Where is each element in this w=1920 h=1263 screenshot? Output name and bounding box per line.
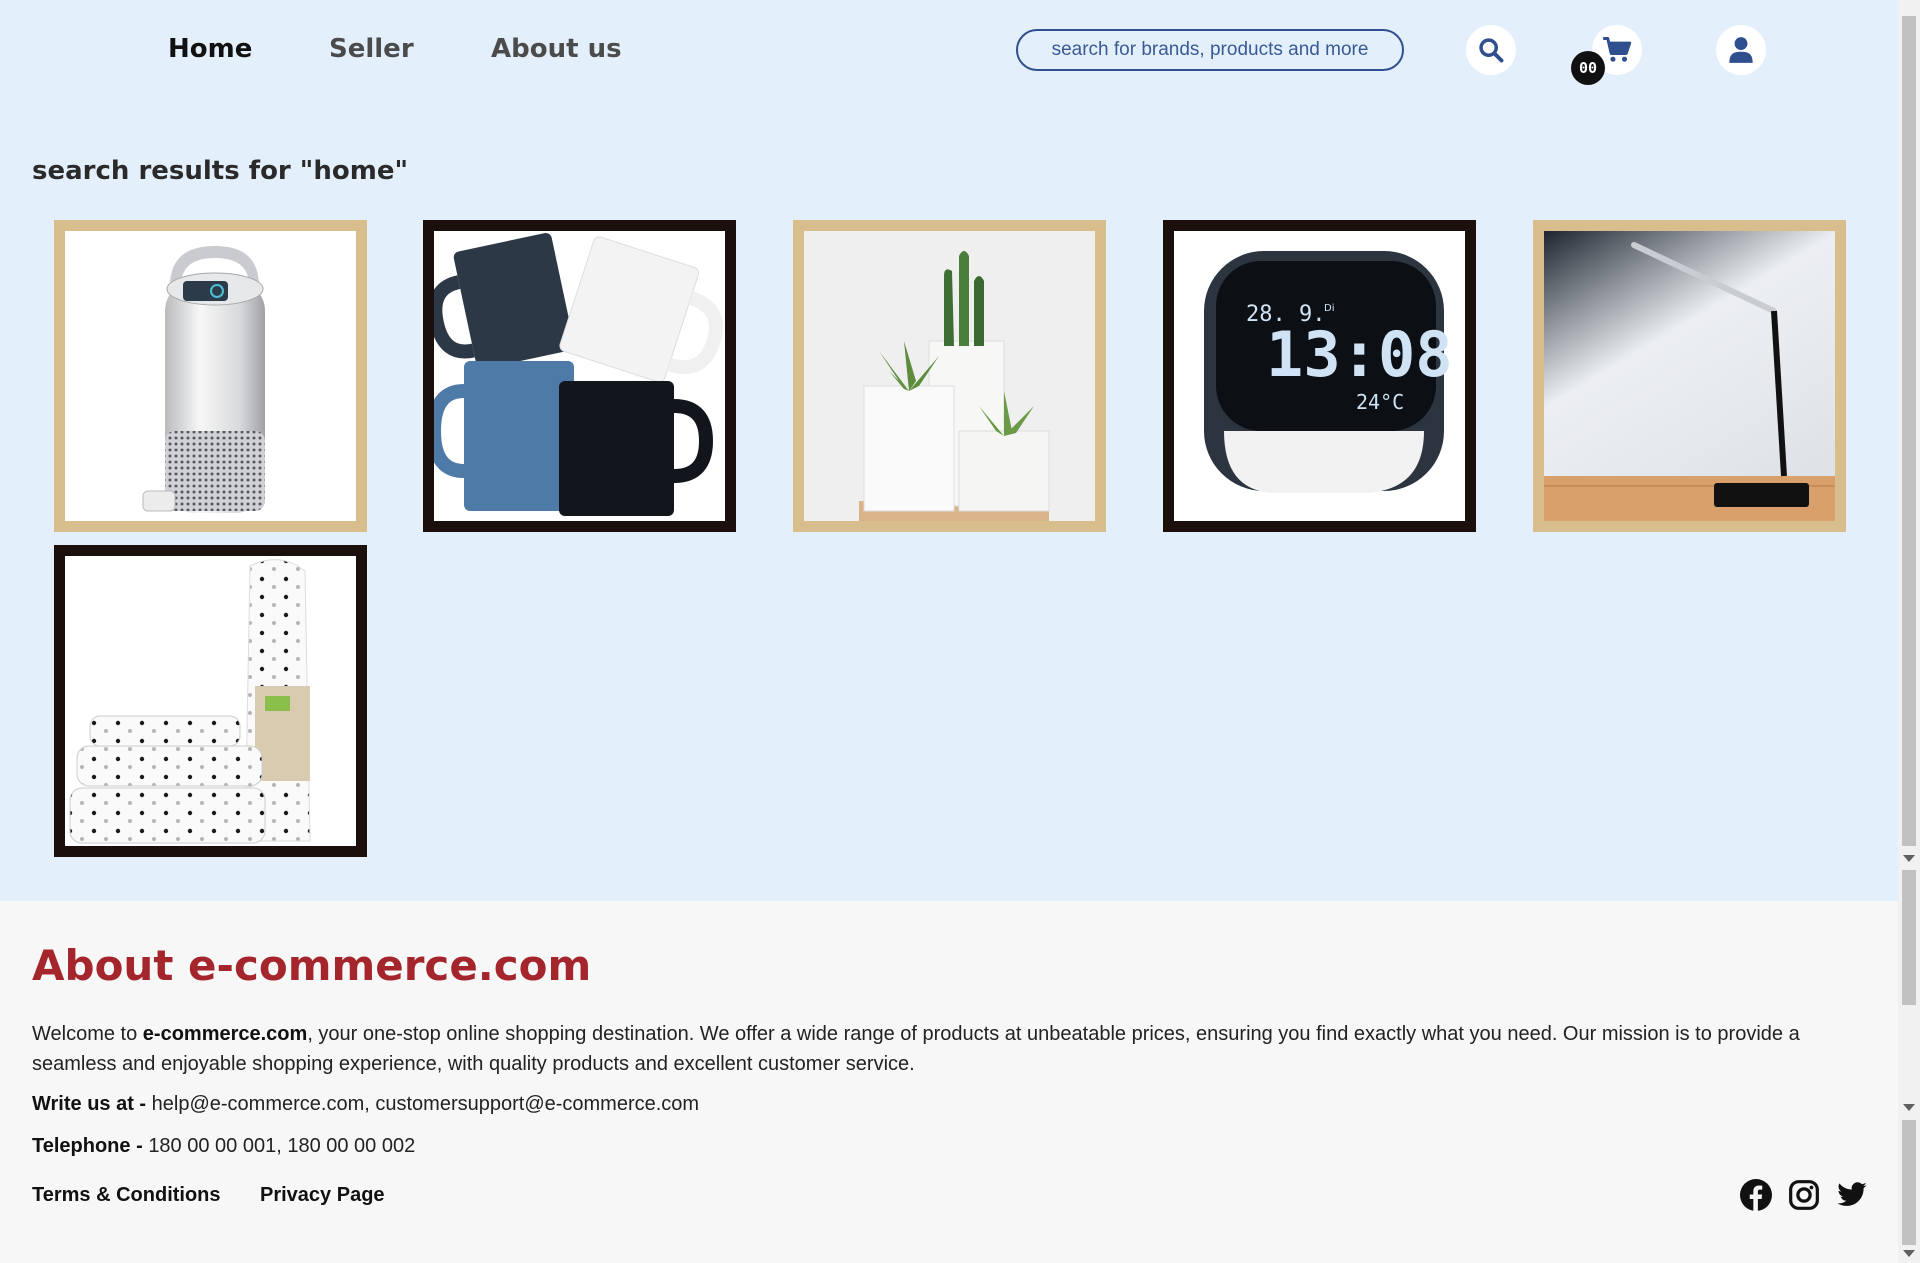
- product-card-succulent-planters[interactable]: [793, 220, 1106, 532]
- search-results-title: search results for "home": [32, 156, 408, 186]
- cart-icon: [1603, 36, 1632, 62]
- product-card-air-purifier[interactable]: [54, 220, 367, 532]
- search-input[interactable]: [1016, 29, 1404, 71]
- facebook-icon[interactable]: [1740, 1179, 1772, 1211]
- about-title: About e-commerce.com: [32, 941, 592, 990]
- page-scrollbar[interactable]: [1898, 0, 1920, 1263]
- product-card-desk-lamp[interactable]: [1533, 220, 1846, 532]
- clock-time: 13:08: [1266, 318, 1453, 391]
- succulent-planters-image: [804, 231, 1095, 521]
- telephone-label: Telephone -: [32, 1135, 149, 1157]
- nav-seller[interactable]: Seller: [329, 34, 414, 64]
- telephone-value: 180 00 00 001, 180 00 00 002: [148, 1135, 416, 1157]
- nav-home[interactable]: Home: [168, 34, 252, 64]
- cart-count-badge: 00: [1571, 51, 1605, 85]
- product-card-alarm-clock[interactable]: 28. 9. Di 13:08 24°C: [1163, 220, 1476, 532]
- scrollbar-thumb-upper[interactable]: [1902, 16, 1916, 846]
- contact-email: Write us at - help@e-commerce.com, custo…: [32, 1093, 699, 1116]
- mugs-image: [434, 231, 725, 521]
- clock-temperature: 24°C: [1356, 390, 1404, 414]
- instagram-icon[interactable]: [1788, 1179, 1820, 1211]
- search-icon: [1479, 38, 1504, 63]
- user-button[interactable]: [1716, 25, 1766, 75]
- top-navbar: Home Seller About us 00: [0, 0, 1898, 100]
- contact-telephone: Telephone - 180 00 00 001, 180 00 00 002: [32, 1135, 415, 1158]
- scrollbar-thumb[interactable]: [1902, 870, 1916, 1005]
- polka-dot-bedsheets-image: [65, 556, 356, 846]
- clock-day: Di: [1324, 303, 1334, 314]
- footer: About e-commerce.com Welcome to e-commer…: [0, 901, 1898, 1263]
- brand-name: e-commerce.com: [142, 1023, 308, 1045]
- search-button[interactable]: [1466, 25, 1516, 75]
- scrollbar-thumb-lower[interactable]: [1902, 1120, 1916, 1245]
- terms-conditions-link[interactable]: Terms & Conditions: [32, 1184, 221, 1207]
- air-purifier-image: [65, 231, 356, 521]
- product-card-mugs[interactable]: [423, 220, 736, 532]
- twitter-icon[interactable]: [1836, 1179, 1868, 1211]
- email-label: Write us at -: [32, 1093, 152, 1115]
- desk-lamp-image: [1544, 231, 1835, 521]
- nav-about-us[interactable]: About us: [491, 34, 622, 64]
- digital-alarm-clock-image: 28. 9. Di 13:08 24°C: [1174, 231, 1465, 521]
- privacy-page-link[interactable]: Privacy Page: [260, 1184, 385, 1207]
- scroll-down-arrow[interactable]: [1903, 855, 1915, 862]
- email-value: help@e-commerce.com, customersupport@e-c…: [151, 1093, 700, 1115]
- product-card-bedsheets[interactable]: [54, 545, 367, 857]
- user-icon: [1729, 37, 1753, 63]
- about-description: Welcome to e-commerce.com, your one-stop…: [32, 1019, 1872, 1079]
- welcome-prefix: Welcome to: [32, 1023, 143, 1045]
- scroll-down-arrow-bottom[interactable]: [1903, 1250, 1915, 1257]
- scroll-down-arrow-lower[interactable]: [1903, 1104, 1915, 1111]
